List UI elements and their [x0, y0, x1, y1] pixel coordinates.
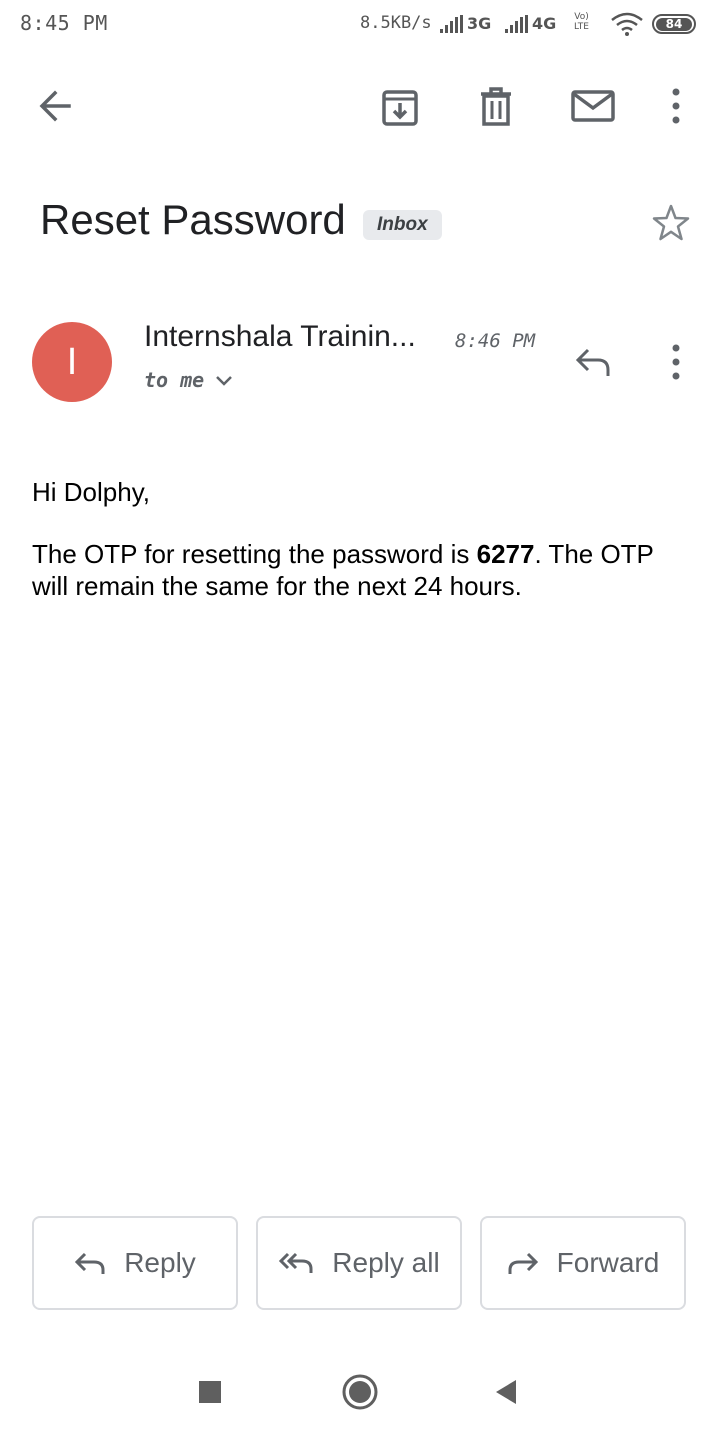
triangle-back-icon [496, 1380, 516, 1404]
more-options-button[interactable] [660, 82, 692, 130]
reply-all-icon [279, 1252, 313, 1273]
reply-button[interactable]: Reply [32, 1216, 238, 1310]
nav-back-button[interactable] [486, 1370, 526, 1414]
archive-icon [382, 90, 418, 126]
delete-button[interactable] [472, 82, 520, 130]
back-button[interactable] [30, 82, 80, 130]
forward-button[interactable]: Forward [480, 1216, 686, 1310]
wifi-icon [610, 12, 644, 41]
network-speed: 8.5KB/s [360, 13, 432, 33]
archive-button[interactable] [376, 82, 424, 130]
system-nav-bar [0, 1350, 720, 1440]
mark-unread-button[interactable] [566, 82, 620, 130]
mail-icon [571, 90, 615, 122]
signal-bars-icon [440, 15, 463, 33]
reply-icon [75, 1252, 105, 1274]
square-icon [199, 1381, 221, 1403]
greeting: Hi Dolphy, [32, 477, 151, 507]
recents-button[interactable] [190, 1370, 230, 1414]
signal-group-1: 3G [440, 14, 491, 33]
status-time: 8:45 PM [20, 11, 108, 35]
forward-icon [508, 1252, 538, 1274]
otp-prefix: The OTP for resetting the password is [32, 539, 477, 569]
message-more-button[interactable] [660, 342, 692, 382]
arrow-left-icon [39, 90, 71, 122]
sender-name: Internshala Trainin... [144, 320, 416, 353]
inbox-label-chip[interactable]: Inbox [363, 210, 442, 240]
more-vertical-icon [672, 88, 680, 124]
star-outline-icon [652, 204, 690, 241]
email-body: Hi Dolphy, The OTP for resetting the pas… [32, 476, 692, 632]
reply-icon [575, 348, 610, 376]
signal-bars-icon [505, 15, 528, 33]
signal-group-2: 4G [505, 14, 556, 33]
circle-icon [342, 1374, 378, 1410]
battery-icon: 84 [652, 14, 696, 34]
home-button[interactable] [338, 1370, 382, 1414]
more-vertical-icon [672, 344, 680, 380]
quick-reply-button[interactable] [570, 342, 616, 382]
volte-indicator: Vo) LTE [574, 12, 589, 32]
volte-top: Vo) [574, 12, 589, 22]
otp-code: 6277 [476, 539, 535, 569]
reply-all-label: Reply all [332, 1247, 440, 1278]
reply-label: Reply [124, 1247, 196, 1278]
forward-label: Forward [556, 1247, 660, 1278]
otp-paragraph: The OTP for resetting the password is 62… [32, 538, 692, 602]
reply-all-button[interactable]: Reply all [256, 1216, 462, 1310]
volte-bottom: LTE [574, 22, 589, 32]
sender-avatar[interactable]: I [32, 322, 112, 402]
email-subject: Reset Password [40, 196, 346, 243]
battery-level: 84 [656, 17, 692, 31]
recipient-toggle[interactable]: to me [144, 368, 234, 392]
status-bar: 8:45 PM 8.5KB/s 3G 4G Vo) LTE 84 [0, 0, 720, 50]
chevron-down-icon [216, 376, 233, 386]
star-button[interactable] [648, 200, 694, 246]
recipient-text: to me [144, 368, 205, 392]
sent-time: 8:46 PM [455, 330, 536, 352]
trash-icon [481, 87, 511, 126]
network-type-2: 4G [532, 14, 557, 33]
network-type-1: 3G [467, 14, 492, 33]
